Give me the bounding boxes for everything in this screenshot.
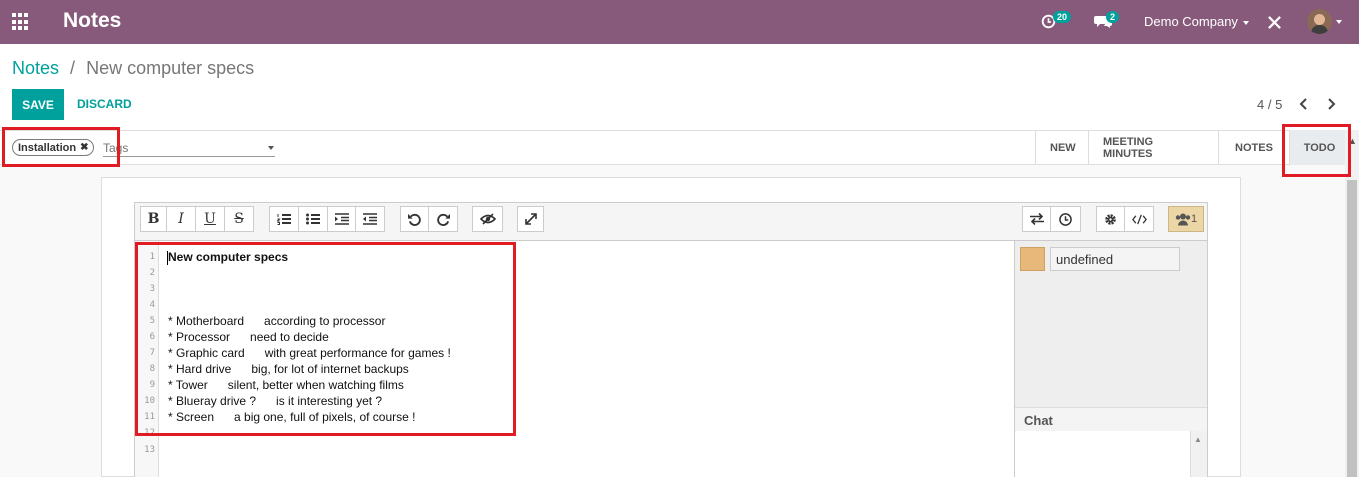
author-name-field[interactable]: undefined	[1050, 247, 1180, 271]
activity-count-badge: 20	[1053, 11, 1072, 23]
outdent-icon[interactable]	[356, 206, 385, 232]
note-line[interactable]: * Tower silent, better when watching fil…	[168, 378, 404, 392]
tag-label: Installation	[18, 141, 77, 154]
tag-installation[interactable]: Installation ✖	[12, 139, 95, 156]
history-icon[interactable]	[1051, 206, 1081, 232]
save-button[interactable]: SAVE	[12, 89, 64, 120]
line-number: 4	[149, 300, 155, 310]
breadcrumb-current: New computer specs	[86, 58, 255, 78]
settings-gear-icon[interactable]	[1096, 206, 1125, 232]
users-icon	[1175, 213, 1191, 225]
apps-menu-icon[interactable]	[12, 13, 30, 31]
line-number: 9	[149, 380, 155, 390]
bold-icon[interactable]: B	[140, 206, 167, 232]
line-number: 10	[144, 396, 155, 406]
remove-tag-icon[interactable]: ✖	[80, 142, 88, 153]
underline-icon[interactable]: U	[196, 206, 225, 232]
users-button[interactable]: 1	[1168, 206, 1204, 232]
line-number: 5	[149, 316, 155, 326]
text-cursor	[167, 251, 168, 265]
stage-selector: NEW MEETING MINUTES NOTES TODO	[1035, 130, 1349, 165]
undo-icon[interactable]	[400, 206, 429, 232]
tags-dropdown-icon[interactable]	[268, 146, 274, 150]
page-scrollbar-thumb[interactable]	[1347, 180, 1357, 477]
company-name: Demo Company	[1144, 14, 1238, 29]
italic-icon[interactable]: I	[167, 206, 196, 232]
stage-todo[interactable]: TODO	[1289, 130, 1349, 165]
scroll-up-icon[interactable]: ▲	[1348, 136, 1357, 146]
user-menu-chevron-icon[interactable]	[1336, 20, 1342, 24]
note-title-line[interactable]: New computer specs	[168, 250, 288, 264]
import-export-icon[interactable]	[1022, 206, 1051, 232]
app-title: Notes	[63, 9, 122, 32]
chat-scroll-up-icon[interactable]: ▲	[1194, 435, 1202, 444]
ordered-list-icon[interactable]	[269, 206, 299, 232]
tags-input[interactable]	[103, 139, 275, 157]
note-line[interactable]: * Hard drive big, for lot of internet ba…	[168, 362, 409, 376]
breadcrumb-parent-link[interactable]: Notes	[12, 58, 59, 78]
chat-messages	[1015, 431, 1207, 477]
clear-authorship-icon[interactable]	[472, 206, 503, 232]
stage-new[interactable]: NEW	[1035, 130, 1088, 165]
stage-notes[interactable]: NOTES	[1218, 130, 1289, 165]
company-switcher[interactable]: Demo Company	[1144, 14, 1249, 29]
fullscreen-icon[interactable]	[517, 206, 544, 232]
line-number: 7	[149, 348, 155, 358]
author-color-swatch[interactable]	[1020, 247, 1045, 271]
note-line[interactable]: * Motherboard according to processor	[168, 314, 385, 328]
line-number: 6	[149, 332, 155, 342]
line-number: 1	[149, 252, 155, 262]
line-number: 11	[144, 412, 155, 422]
users-count: 1	[1190, 213, 1198, 225]
main-navbar: Notes 20 2 Demo Company	[0, 0, 1359, 44]
embed-code-icon[interactable]	[1125, 206, 1154, 232]
line-number: 2	[149, 268, 155, 278]
breadcrumb-separator: /	[70, 58, 76, 78]
strikethrough-icon[interactable]: S	[225, 206, 254, 232]
discard-button[interactable]: DISCARD	[77, 97, 132, 111]
note-line[interactable]: * Screen a big one, full of pixels, of c…	[168, 410, 415, 424]
line-number: 13	[144, 445, 155, 455]
line-number: 8	[149, 364, 155, 374]
line-number: 12	[144, 428, 155, 438]
messages-count-badge: 2	[1106, 11, 1120, 23]
pager-previous-icon[interactable]	[1299, 98, 1309, 110]
line-number: 3	[149, 284, 155, 294]
chevron-down-icon	[1242, 20, 1249, 25]
breadcrumb: Notes / New computer specs	[12, 58, 254, 79]
pager-next-icon[interactable]	[1326, 98, 1336, 110]
stage-meeting-minutes[interactable]: MEETING MINUTES	[1088, 130, 1218, 165]
debug-tools-icon[interactable]	[1267, 15, 1282, 30]
note-line[interactable]: * Processor need to decide	[168, 330, 329, 344]
note-line[interactable]: * Blueray drive ? is it interesting yet …	[168, 394, 382, 408]
pager-value[interactable]: 4 / 5	[1257, 97, 1282, 112]
redo-icon[interactable]	[429, 206, 458, 232]
indent-icon[interactable]	[328, 206, 356, 232]
unordered-list-icon[interactable]	[299, 206, 328, 232]
user-avatar[interactable]	[1307, 9, 1332, 34]
note-line[interactable]: * Graphic card with great performance fo…	[168, 346, 451, 360]
chat-header[interactable]: Chat	[1015, 407, 1207, 431]
